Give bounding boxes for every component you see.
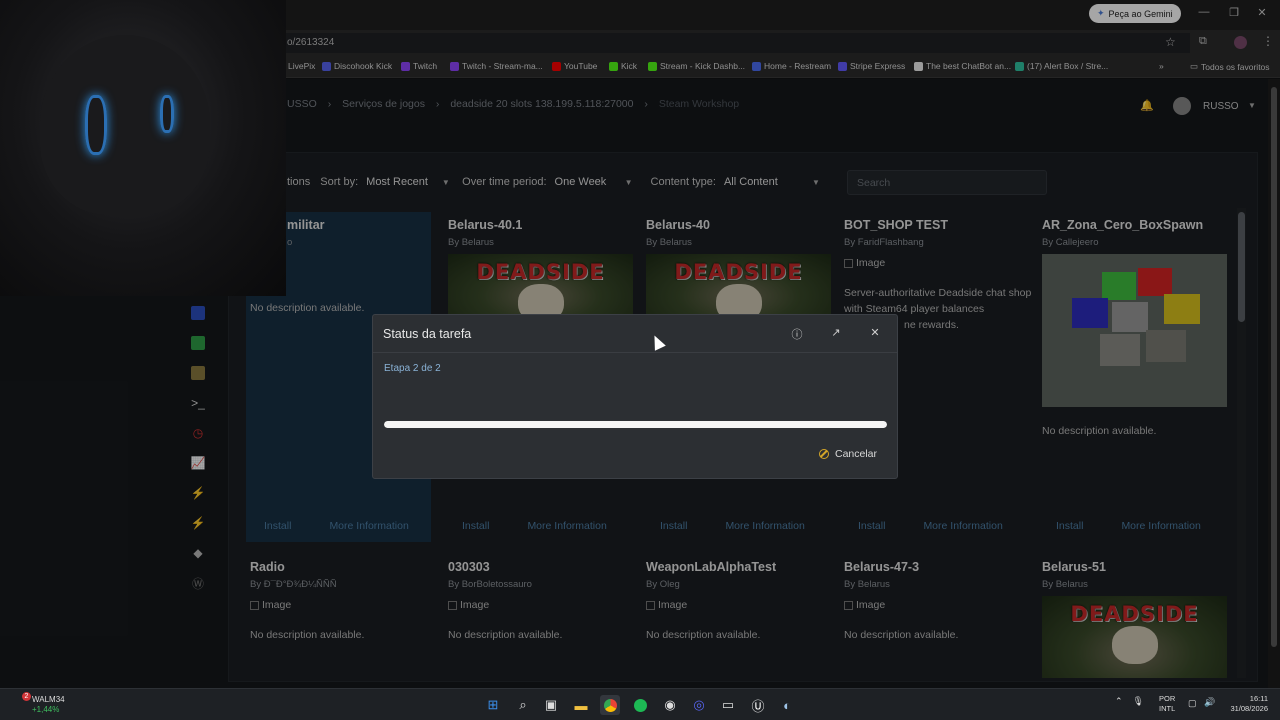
search-icon[interactable]: ⌕ (513, 695, 533, 715)
volume-icon[interactable]: 🔊 (1204, 697, 1215, 708)
modal-step: Etapa 2 de 2 (384, 363, 441, 374)
steam-icon[interactable]: ◐ (777, 695, 797, 715)
task-status-modal: Status da tarefa ⓘ ↗ ✕ Etapa 2 de 2 Canc… (372, 314, 898, 479)
cancel-label: Cancelar (835, 448, 878, 460)
modal-header: Status da tarefa ⓘ ↗ ✕ (373, 315, 897, 353)
stock-name: WALM34 (32, 695, 65, 704)
system-tray: ⌃ 🎙 (1115, 696, 1144, 707)
close-icon[interactable]: ✕ (868, 326, 882, 339)
chrome-icon[interactable] (600, 695, 620, 715)
progress-fill (384, 421, 887, 428)
spotify-icon[interactable] (630, 695, 650, 715)
info-icon[interactable]: ⓘ (790, 326, 804, 342)
terminal-taskbar-icon[interactable]: ▭ (718, 695, 738, 715)
chevron-up-icon[interactable]: ⌃ (1115, 696, 1123, 707)
task-view-icon[interactable]: ▣ (541, 695, 561, 715)
cancel-button[interactable]: Cancelar (819, 448, 877, 460)
stock-widget[interactable]: WALM34 +1,44% (12, 695, 65, 715)
taskbar: 2 WALM34 +1,44% ⊞ ⌕ ▣ ▬ ◉ ◎ ▭ Ⓤ ◐ ⌃ 🎙 PO… (0, 688, 1280, 720)
microphone-icon[interactable]: 🎙 (1133, 696, 1144, 707)
file-explorer-icon[interactable]: ▬ (571, 695, 591, 715)
network-icon[interactable]: ▢ (1188, 698, 1197, 709)
external-link-icon[interactable]: ↗ (829, 326, 843, 339)
windows-start-icon[interactable]: ⊞ (483, 695, 503, 715)
language-code: POR (1159, 694, 1176, 703)
discord-icon[interactable]: ◎ (689, 695, 709, 715)
stock-change: +1,44% (32, 705, 60, 714)
keyboard-layout: INTL (1159, 704, 1176, 713)
cancel-icon (819, 449, 829, 459)
clock-date: 31/08/2026 (1230, 704, 1268, 713)
modal-title: Status da tarefa (383, 327, 472, 341)
language-indicator[interactable]: POR INTL (1159, 694, 1175, 714)
obs-icon[interactable]: ◉ (660, 695, 680, 715)
clock-time: 16:11 (1249, 694, 1268, 703)
unreal-icon[interactable]: Ⓤ (748, 695, 768, 715)
webcam-overlay (0, 0, 286, 296)
progress-bar (384, 421, 887, 428)
clock[interactable]: 16:11 31/08/2026 (1222, 694, 1268, 714)
